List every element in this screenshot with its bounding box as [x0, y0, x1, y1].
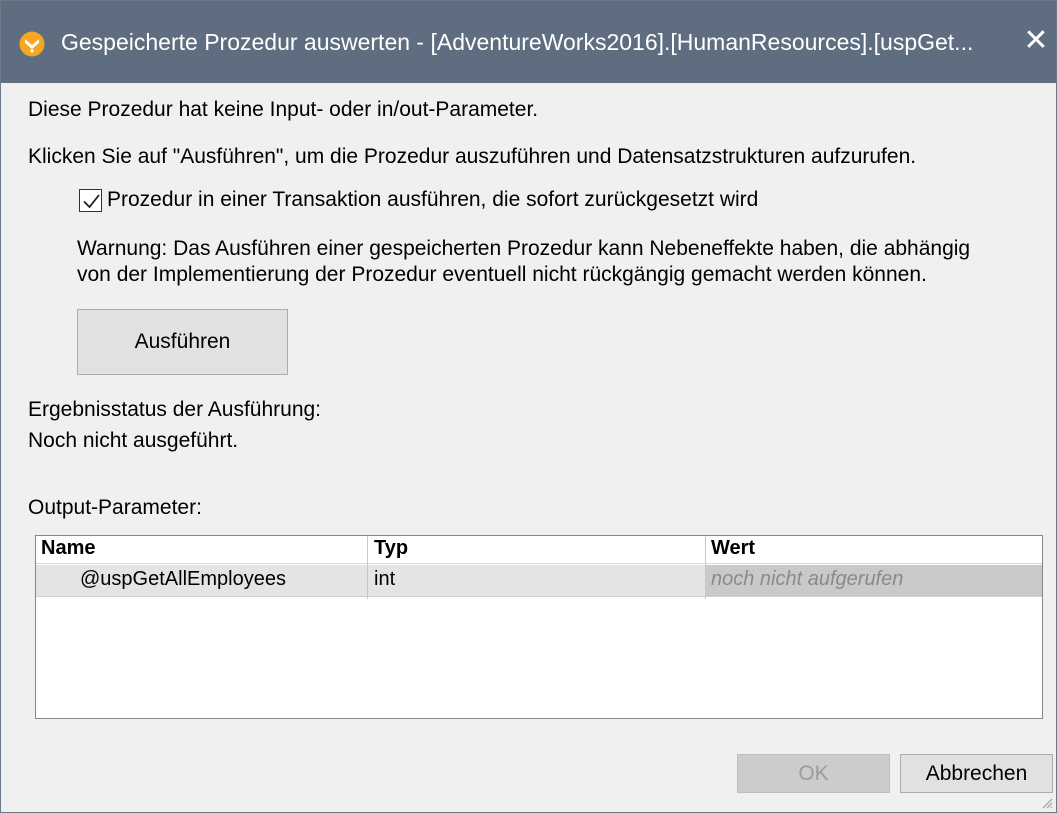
table-row[interactable]: @uspGetAllEmployees int noch nicht aufge… [36, 565, 1042, 597]
checkmark-icon [83, 194, 100, 209]
ok-button[interactable]: OK [737, 754, 890, 793]
column-header-name[interactable]: Name [41, 537, 95, 560]
title-bar[interactable]: Gespeicherte Prozedur auswerten - [Adven… [1, 1, 1056, 83]
close-button[interactable]: ✕ [1019, 24, 1053, 60]
cancel-button[interactable]: Abbrechen [900, 754, 1053, 793]
run-button[interactable]: Ausführen [77, 309, 288, 375]
evaluate-procedure-dialog: Gespeicherte Prozedur auswerten - [Adven… [0, 0, 1057, 813]
cell-name: @uspGetAllEmployees [80, 568, 286, 590]
transaction-checkbox-label[interactable]: Prozedur in einer Transaktion ausführen,… [107, 188, 758, 212]
instruction-text: Klicken Sie auf "Ausführen", um die Proz… [28, 145, 917, 168]
output-parameters-label: Output-Parameter: [28, 496, 202, 519]
resize-grip-icon[interactable] [1039, 795, 1053, 809]
status-label: Ergebnisstatus der Ausführung: [28, 398, 322, 421]
column-divider[interactable] [705, 536, 706, 599]
column-divider[interactable] [367, 536, 368, 599]
column-header-wert[interactable]: Wert [711, 537, 755, 560]
warning-text-line2: von der Implementierung der Prozedur eve… [77, 263, 927, 286]
warning-text-line1: Warnung: Das Ausführen einer gespeichert… [77, 237, 971, 260]
output-parameters-table[interactable]: Name Typ Wert @uspGetAllEmployees int no… [35, 535, 1043, 719]
altova-logo-icon [19, 31, 45, 57]
transaction-checkbox[interactable] [79, 189, 102, 212]
cell-typ: int [374, 568, 396, 590]
table-header: Name Typ Wert [36, 536, 1042, 564]
cell-wert[interactable]: noch nicht aufgerufen [711, 568, 903, 591]
info-text: Diese Prozedur hat keine Input- oder in/… [28, 98, 539, 121]
column-header-typ[interactable]: Typ [374, 537, 408, 560]
window-title: Gespeicherte Prozedur auswerten - [Adven… [61, 29, 974, 55]
close-icon: ✕ [1023, 24, 1049, 57]
status-value: Noch nicht ausgeführt. [28, 429, 239, 452]
